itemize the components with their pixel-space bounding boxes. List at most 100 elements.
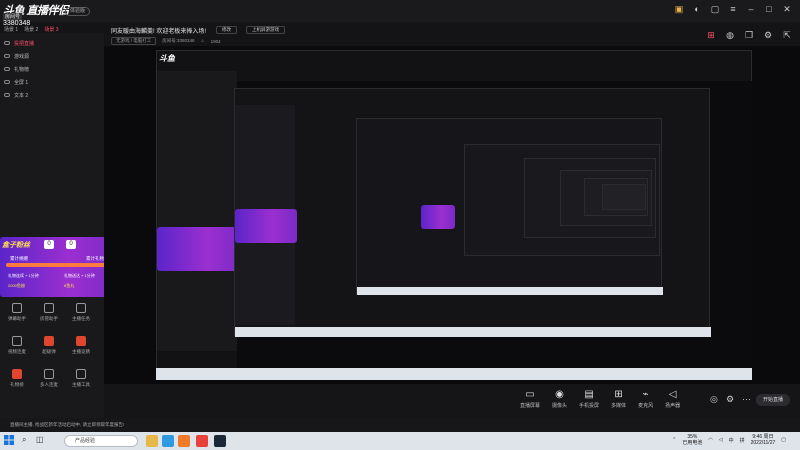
coin-count: 0 <box>66 240 76 249</box>
nested-taskbar <box>156 368 752 380</box>
source-label: 礼物榜 <box>14 66 30 73</box>
tab-scene-2[interactable]: 场景 2 <box>24 26 38 33</box>
tool-gift-rank[interactable]: 礼物榜 <box>4 369 30 388</box>
tab-scene-1[interactable]: 场景 1 <box>4 26 18 33</box>
media-button[interactable]: ⊞ 多媒体 <box>611 388 626 409</box>
tool-tasks[interactable]: 主播任务 <box>68 303 94 322</box>
settings-icon[interactable]: ⚙ <box>763 30 773 40</box>
message-icon[interactable]: ▢ <box>710 4 720 14</box>
start-live-button[interactable]: 开始直播 <box>756 394 791 406</box>
window-controls: ▣ ◐ ▢ ≡ – □ ✕ <box>674 4 792 14</box>
gift-rank-icon <box>12 369 22 379</box>
language-indicator[interactable]: 中 <box>729 437 734 444</box>
source-tools: ▭ 直播屏幕 ◉ 摄像头 ▤ 手机投屏 ⊞ 多媒体 ⌁ 麦克风 ◁ 扬声器 <box>520 388 680 409</box>
tab-scene-3[interactable]: 场景 3 <box>44 26 58 33</box>
edit-title-button[interactable]: 修改 <box>216 26 237 34</box>
scene-tabs: 场景 1 场景 2 场景 3 <box>4 26 59 33</box>
nested-sidebar <box>157 71 237 351</box>
nested-logo: 斗鱼 <box>159 54 175 63</box>
phone-cast-button[interactable]: ▤ 手机投屏 <box>579 388 599 409</box>
version-badge: 体验版 <box>65 7 91 16</box>
minimize-icon[interactable]: – <box>746 4 756 14</box>
multi-link-icon <box>44 369 54 379</box>
gift-item-1-value: 2000鱼翅 <box>8 283 25 288</box>
eye-icon[interactable] <box>4 54 10 58</box>
input-method-indicator[interactable]: 拼 <box>740 437 745 444</box>
settings-icon[interactable]: ⚙ <box>726 394 734 405</box>
gift-item-2: 礼物送达 + 1分钟 <box>64 273 95 278</box>
eye-icon[interactable] <box>4 80 10 84</box>
viewer-count: 1904 <box>210 38 221 44</box>
share-icon[interactable]: ⊞ <box>706 30 716 40</box>
eye-icon[interactable] <box>4 93 10 97</box>
tool-multi-link[interactable]: 多人连麦 <box>36 369 62 388</box>
notice-bar[interactable]: 直播间主播, 抢战区新年活动启动中, 请立即领取年度报告! <box>0 418 800 432</box>
speaker-button[interactable]: ◁ 扬声器 <box>665 388 680 409</box>
app-orange-icon[interactable] <box>178 435 190 447</box>
notification-icon[interactable]: ▢ <box>781 437 786 443</box>
clock[interactable]: 9:46 周日 2022/11/27 <box>751 434 776 446</box>
gift-card-title: 盒子粉丝 <box>2 242 30 249</box>
nested-gift-card <box>157 227 241 271</box>
danmu-icon <box>12 303 22 313</box>
volume-icon[interactable]: ◁ <box>719 437 723 443</box>
gift-box-icon[interactable]: ▣ <box>674 4 684 14</box>
chevron-up-icon[interactable]: ⌃ <box>672 437 676 443</box>
nested-taskbar <box>357 287 663 295</box>
source-item[interactable]: 游戏源 <box>4 50 29 62</box>
close-icon[interactable]: ✕ <box>782 4 792 14</box>
windows-start-icon[interactable] <box>4 435 14 445</box>
media-icon: ⊞ <box>614 389 623 400</box>
edge-icon[interactable] <box>162 435 174 447</box>
windows-taskbar: ⌕ ◫ 产品经验 ⌃ 35% 已用电池 ◠ ◁ 中 拼 9:46 周日 2022/1… <box>0 432 800 450</box>
steam-icon[interactable] <box>214 435 226 447</box>
source-item[interactable]: 礼物榜 <box>4 63 29 75</box>
more-icon[interactable]: ⋯ <box>742 394 751 405</box>
guess-icon <box>76 336 86 346</box>
tool-guess[interactable]: 主播竞猜 <box>68 336 94 355</box>
tool-anchor[interactable]: 主播工具 <box>68 369 94 388</box>
microphone-button[interactable]: ⌁ 麦克风 <box>638 388 653 409</box>
add-screen-button[interactable]: ▭ 直播屏幕 <box>520 388 540 409</box>
user-icon[interactable]: ◐ <box>692 4 702 14</box>
source-label: 全屏 1 <box>14 79 29 86</box>
tool-video-link[interactable]: 视频连麦 <box>4 336 30 355</box>
wifi-icon[interactable]: ◠ <box>708 437 712 443</box>
speaker-icon: ◁ <box>668 389 677 400</box>
title-bar: 斗鱼 直播伴侣 体验版 ▣ ◐ ▢ ≡ – □ ✕ <box>0 0 800 22</box>
eye-icon[interactable] <box>4 41 10 45</box>
preview-canvas[interactable]: 斗鱼 <box>104 46 800 384</box>
douyu-app-icon[interactable] <box>196 435 208 447</box>
export-icon[interactable]: ⇱ <box>782 30 792 40</box>
menu-icon[interactable]: ≡ <box>728 4 738 14</box>
source-item[interactable]: 全屏 1 <box>4 76 28 88</box>
eye-icon[interactable] <box>4 67 10 71</box>
topic-button[interactable]: 上机屏游游戏 <box>246 26 285 34</box>
source-label: 投把直播 <box>14 40 35 47</box>
category-pill[interactable]: 无游戏 / 电脑打工 <box>111 37 157 45</box>
tool-super-danmu[interactable]: 超级弹 <box>36 336 62 355</box>
tool-danmu[interactable]: 弹幕助手 <box>4 303 30 322</box>
tool-room-admin[interactable]: 房管助手 <box>36 303 62 322</box>
video-link-icon <box>12 336 22 346</box>
room-meta: 无游戏 / 电脑打工 房间号:3380348 ♨ 1904 <box>111 37 221 45</box>
file-explorer-icon[interactable] <box>146 435 158 447</box>
viewers-icon: ♨ <box>200 38 205 43</box>
nested-gift-card <box>421 205 455 229</box>
gift-card[interactable]: 盒子粉丝 0 0 累计捐赠 累计礼物 礼物连续 + 1分钟 礼物送达 + 1分钟… <box>0 237 116 297</box>
source-item[interactable]: 文本 2 <box>4 89 28 101</box>
right-label: 累计礼物 <box>86 256 104 261</box>
lock-icon[interactable]: ◍ <box>725 30 735 40</box>
source-item[interactable]: 投把直播 <box>4 37 34 49</box>
maximize-icon[interactable]: □ <box>764 4 774 14</box>
gift-progress-bar <box>6 263 110 267</box>
record-icon[interactable]: ◎ <box>710 394 718 405</box>
room-title: 同友暖由海麟羹! 欢迎老板来捧入场! <box>111 29 207 35</box>
copy-icon[interactable]: ❐ <box>744 30 754 40</box>
search-icon[interactable]: ⌕ <box>22 435 26 445</box>
add-camera-button[interactable]: ◉ 摄像头 <box>552 388 567 409</box>
camera-icon: ◉ <box>555 389 564 400</box>
microphone-icon: ⌁ <box>642 389 649 400</box>
task-view-icon[interactable]: ◫ <box>36 435 44 444</box>
taskbar-search-field[interactable]: 产品经验 <box>64 435 138 447</box>
